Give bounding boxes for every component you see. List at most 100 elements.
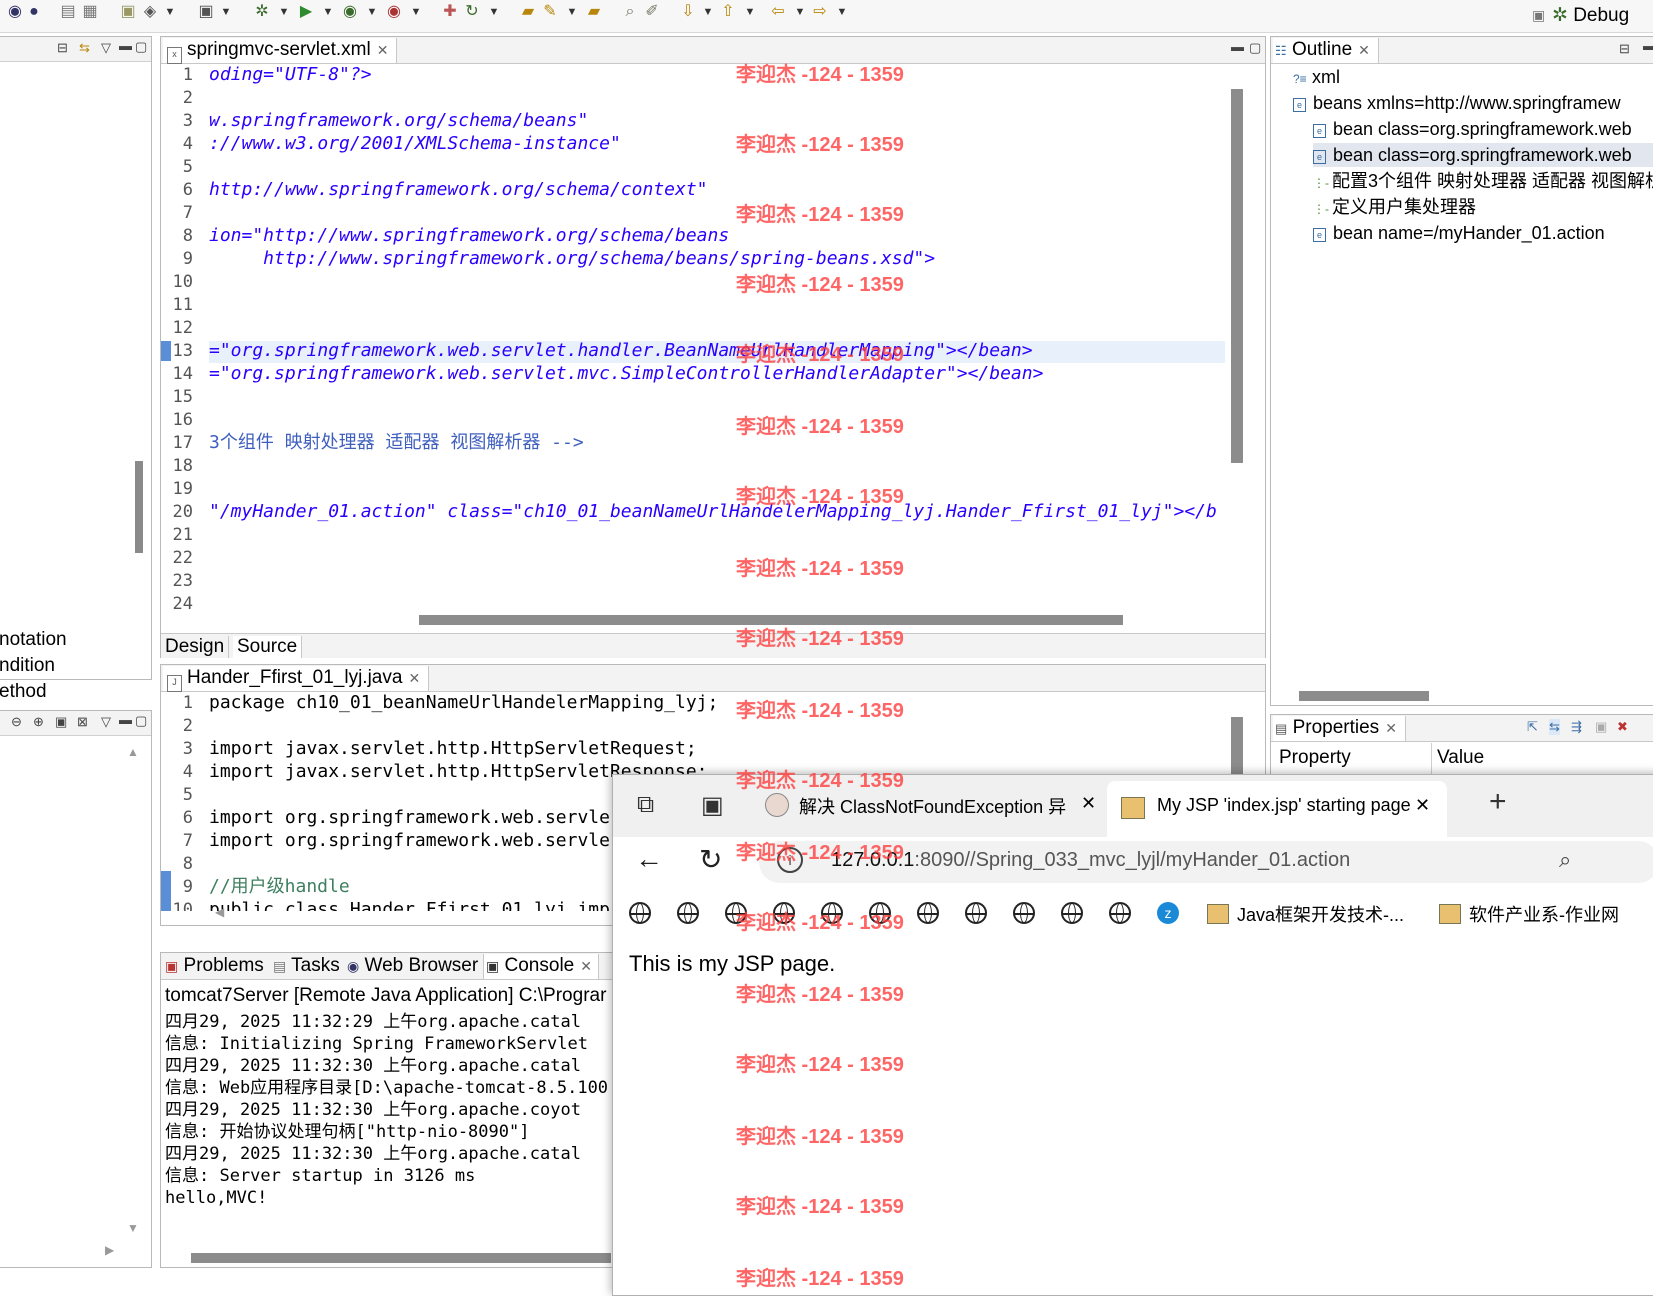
maximize-icon[interactable]: ▢	[135, 713, 147, 729]
collapse-all-icon[interactable]: ⊟	[57, 40, 68, 56]
bookmark-java-framework[interactable]: Java框架开发技术-...	[1207, 901, 1404, 927]
bookmark-zhihu-icon[interactable]: z	[1157, 902, 1179, 924]
dropdown-icon[interactable]: ▼	[274, 3, 294, 21]
prev-annotation-icon[interactable]: ⇧	[718, 3, 738, 21]
left-panel-item[interactable]: ndition	[0, 655, 55, 677]
dropdown-icon[interactable]: ▼	[318, 3, 338, 21]
console-tool-icon[interactable]: ▣	[196, 3, 216, 21]
zoom-icon[interactable]: ⌕	[1559, 847, 1571, 873]
outline-item[interactable]: ⋮- 定义用户集处理器	[1313, 195, 1476, 221]
pin-icon[interactable]: ⇱	[1527, 719, 1538, 735]
bookmark-globe-icon[interactable]	[1061, 902, 1083, 924]
bookmark-globe-icon[interactable]	[965, 902, 987, 924]
annotation-icon[interactable]: ✐	[642, 3, 662, 21]
actual-size-icon[interactable]: ▣	[55, 714, 67, 730]
close-icon[interactable]: ✕	[408, 670, 420, 686]
bookmark-globe-icon[interactable]	[1013, 902, 1035, 924]
view-menu-icon[interactable]: ▽	[101, 40, 111, 56]
bookmark-globe-icon[interactable]	[1109, 902, 1131, 924]
minimize-icon[interactable]: ▬	[1643, 38, 1653, 53]
pen-icon[interactable]: ✎	[540, 3, 560, 21]
run-config-icon[interactable]: ◉	[340, 3, 360, 21]
refresh-tool-icon[interactable]: ↻	[462, 3, 482, 21]
outline-item[interactable]: e bean class=org.springframework.web	[1313, 143, 1653, 167]
print-icon[interactable]: ▤	[58, 3, 78, 21]
globe-tool-icon[interactable]: ◉	[5, 3, 25, 21]
external-tools-icon[interactable]: ◉	[384, 3, 404, 21]
bookmark-globe-icon[interactable]	[629, 902, 651, 924]
dropdown-icon[interactable]: ▼	[698, 3, 718, 21]
left-panel-item[interactable]: ethod	[0, 681, 47, 703]
open-folder-icon[interactable]: ▰	[518, 3, 538, 21]
bookmark-software-industry[interactable]: 软件产业系-作业网	[1439, 901, 1619, 927]
server-icon[interactable]: ◈	[140, 3, 160, 21]
world-tool-icon[interactable]: ●	[24, 3, 44, 21]
bookmark-globe-icon[interactable]	[917, 902, 939, 924]
tab-source[interactable]: Source	[233, 636, 303, 658]
close-tab-icon[interactable]: ✕	[1415, 795, 1430, 816]
tab-properties[interactable]: ▤ Properties ✕	[1273, 716, 1406, 741]
dropdown-icon[interactable]: ▼	[740, 3, 760, 21]
close-icon[interactable]: ✕	[377, 42, 389, 58]
fit-icon[interactable]: ⊠	[77, 714, 88, 730]
debug-perspective-button[interactable]: ✲ Debug	[1552, 4, 1629, 27]
back-icon[interactable]: ←	[635, 843, 663, 875]
folder-icon[interactable]: ▰	[584, 3, 604, 21]
outline-item[interactable]: ?≡ xml	[1293, 65, 1340, 91]
outline-item[interactable]: ⋮- 配置3个组件 映射处理器 适配器 视图解析	[1313, 169, 1653, 195]
new-class-icon[interactable]: ✚	[440, 3, 460, 21]
xml-vertical-scrollbar[interactable]	[1231, 89, 1243, 463]
tab-design[interactable]: Design	[165, 636, 230, 658]
dropdown-icon[interactable]: ▼	[362, 3, 382, 21]
view-menu-icon[interactable]: ▽	[101, 714, 111, 730]
zoom-in-icon[interactable]: ⊕	[33, 714, 44, 730]
scroll-left-icon[interactable]: ◀	[215, 905, 224, 919]
tab-console[interactable]: ▣ Console ✕	[483, 954, 599, 979]
new-project-icon[interactable]: ▣	[118, 3, 138, 21]
outline-item[interactable]: e beans xmlns=http://www.springframew	[1293, 91, 1621, 115]
dropdown-icon[interactable]: ▼	[790, 3, 810, 21]
scroll-down-icon[interactable]: ▼	[127, 1221, 139, 1235]
save-all-icon[interactable]: ▦	[80, 3, 100, 21]
dropdown-icon[interactable]: ▼	[562, 3, 582, 21]
forward-nav-icon[interactable]: ⇨	[810, 3, 830, 21]
link-editor-icon[interactable]: ⇆	[79, 40, 90, 56]
tab-tasks[interactable]: ▤ Tasks	[273, 954, 340, 978]
browser-tab-jsp[interactable]: My JSP 'index.jsp' starting page ✕	[1107, 781, 1447, 837]
tab-problems[interactable]: ▣ Problems	[165, 954, 264, 978]
remove-icon[interactable]: ✖	[1617, 719, 1628, 735]
minimize-icon[interactable]: ▬	[119, 712, 132, 727]
tab-web-browser[interactable]: ◉ Web Browser	[347, 954, 478, 978]
outline-item[interactable]: e bean name=/myHander_01.action	[1313, 221, 1605, 245]
dropdown-icon[interactable]: ▼	[216, 3, 236, 21]
tab-springmvc-servlet-xml[interactable]: x springmvc-servlet.xml ✕	[163, 38, 398, 64]
tab-hander-java[interactable]: J Hander_Ffirst_01_lyj.java ✕	[163, 666, 430, 692]
filter-icon[interactable]: ⇶	[1571, 719, 1582, 735]
dropdown-icon[interactable]: ▼	[832, 3, 852, 21]
java-vertical-scrollbar[interactable]	[1231, 717, 1243, 777]
dropdown-icon[interactable]: ▼	[406, 3, 426, 21]
maximize-icon[interactable]: ▢	[1249, 40, 1261, 56]
scroll-right-icon[interactable]: ▶	[105, 1243, 114, 1257]
scroll-up-icon[interactable]: ▲	[127, 745, 139, 759]
outline-horizontal-scrollbar[interactable]	[1299, 691, 1429, 701]
open-perspective-icon[interactable]: ▣	[1532, 7, 1545, 24]
minimize-icon[interactable]: ▬	[119, 38, 132, 53]
restore-default-icon[interactable]: ▣	[1595, 719, 1607, 735]
zoom-out-icon[interactable]: ⊖	[11, 714, 22, 730]
categories-icon[interactable]: ⇆	[1549, 719, 1560, 735]
bookmark-globe-icon[interactable]	[677, 902, 699, 924]
debug-icon[interactable]: ✲	[252, 3, 272, 21]
url-text[interactable]: 127.0.0.1:8090//Spring_033_mvc_lyjl/myHa…	[831, 849, 1350, 872]
console-horizontal-scrollbar[interactable]	[191, 1253, 611, 1263]
run-icon[interactable]: ▶	[296, 3, 316, 21]
left-panel-item[interactable]: notation	[0, 629, 67, 651]
tab-outline[interactable]: ☷ Outline ✕	[1273, 38, 1379, 63]
browser-tab-classnotfound[interactable]: 解决 ClassNotFoundException 异常 ✕	[763, 787, 1099, 827]
back-nav-icon[interactable]: ⇦	[768, 3, 788, 21]
close-tab-icon[interactable]: ✕	[1081, 793, 1096, 814]
close-icon[interactable]: ✕	[580, 958, 592, 974]
next-annotation-icon[interactable]: ⇩	[678, 3, 698, 21]
close-icon[interactable]: ✕	[1358, 42, 1370, 58]
reload-icon[interactable]: ↻	[699, 843, 722, 876]
